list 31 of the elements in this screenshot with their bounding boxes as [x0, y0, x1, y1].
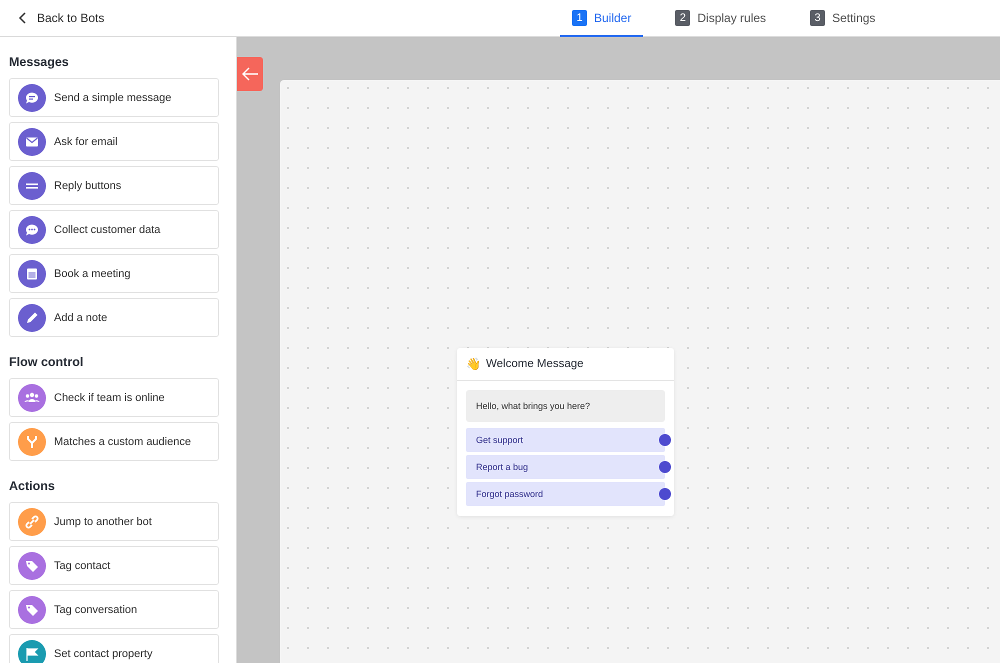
- chevron-left-icon: [18, 12, 28, 24]
- block-item[interactable]: Collect customer data: [9, 210, 219, 249]
- block-item[interactable]: Tag contact: [9, 546, 219, 585]
- collapse-button[interactable]: [237, 57, 263, 91]
- back-link[interactable]: Back to Bots: [18, 11, 104, 25]
- block-item[interactable]: Matches a custom audience: [9, 422, 219, 461]
- emoji: 👋: [466, 357, 481, 371]
- block-item[interactable]: Reply buttons: [9, 166, 219, 205]
- tab[interactable]: 3 Settings: [798, 0, 888, 37]
- reply-option[interactable]: Get support: [466, 428, 665, 452]
- message-bubble: Hello, what brings you here?: [466, 390, 665, 422]
- node-title: Welcome Message: [486, 358, 584, 370]
- connector-port[interactable]: [659, 488, 671, 500]
- message-node[interactable]: 👋 Welcome Message Hello, what brings you here? Get support Report a bug Forgot password: [457, 348, 674, 516]
- connector-port[interactable]: [659, 434, 671, 446]
- section-heading: Messages: [9, 55, 70, 69]
- section-heading: Flow control: [9, 355, 84, 369]
- block-item[interactable]: Ask for email: [9, 122, 219, 161]
- block-item[interactable]: Add a note: [9, 298, 219, 337]
- connector-port[interactable]: [659, 461, 671, 473]
- block-item[interactable]: Check if team is online: [9, 378, 219, 417]
- arrow-left-icon: [241, 67, 259, 81]
- reply-option[interactable]: Forgot password: [466, 482, 665, 506]
- block-item[interactable]: Jump to another bot: [9, 502, 219, 541]
- section-heading: Actions: [9, 479, 56, 493]
- block-item[interactable]: Book a meeting: [9, 254, 219, 293]
- block-item[interactable]: Send a simple message: [9, 78, 219, 117]
- tab[interactable]: 2 Display rules: [663, 0, 778, 37]
- block-item[interactable]: Set contact property: [9, 634, 219, 663]
- reply-option[interactable]: Report a bug: [466, 455, 665, 479]
- block-item[interactable]: Tag conversation: [9, 590, 219, 629]
